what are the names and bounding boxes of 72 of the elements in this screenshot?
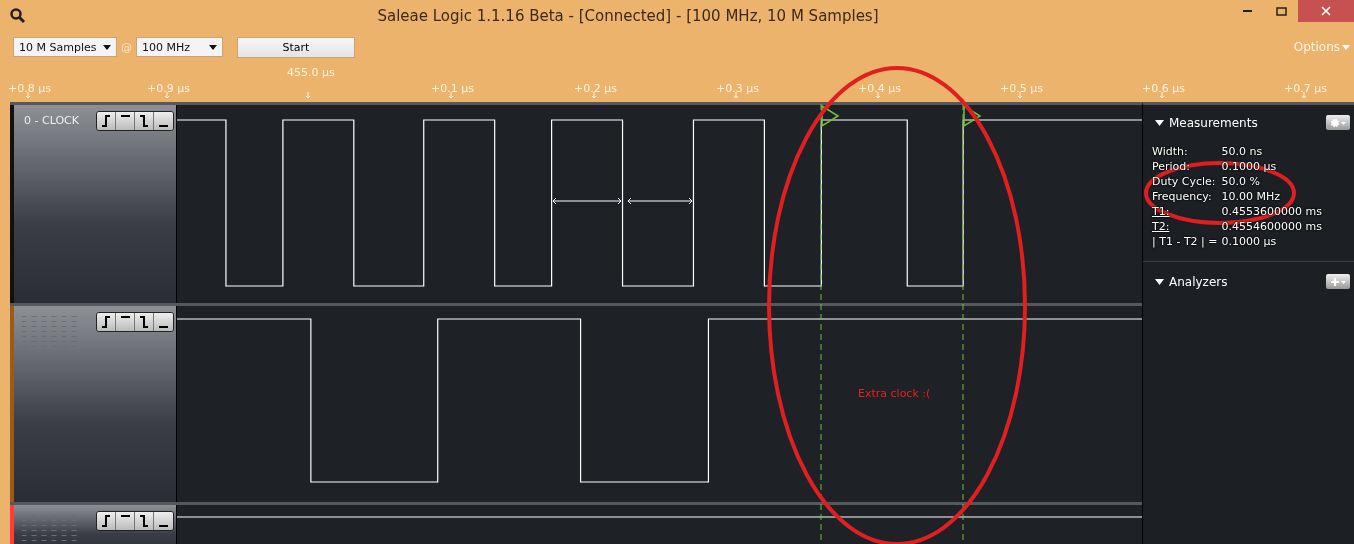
measure-arrow [627,197,693,205]
trigger-button[interactable] [116,313,135,331]
trigger-button[interactable] [154,313,173,331]
plus-icon [1329,276,1347,287]
tick-icon [875,92,881,99]
measurement-label: Duty Cycle: [1152,174,1217,189]
tick-icon [1301,92,1307,99]
trigger-button[interactable] [154,112,173,130]
trigger-button[interactable] [97,512,116,530]
trigger-button[interactable] [135,512,154,530]
tick-icon [1017,92,1023,99]
tick-icon [733,92,739,99]
section-title: Measurements [1169,115,1259,130]
falling-edge-icon [139,316,149,328]
trigger-button[interactable] [116,112,135,130]
tick-icon [305,92,311,99]
rising-edge-icon [101,115,111,127]
time-label: +0.8 µs [8,82,51,95]
add-button[interactable] [1326,274,1350,289]
time-label: +0.6 µs [1142,82,1185,95]
tick-icon [1159,92,1165,99]
falling-edge-icon [139,515,149,527]
measurement-value: 0.1000 µs [1221,234,1278,249]
cursor-time: 455.0 µs [287,66,335,79]
time-label: +0.7 µs [1284,82,1327,95]
measurement-label: Frequency: [1152,189,1213,204]
measurement-value: 10.00 MHz [1221,189,1282,204]
annotation-text: Extra clock :( [858,387,931,400]
measurement-value: 50.0 % [1221,174,1261,189]
maximize-icon [1275,6,1287,16]
trigger-button[interactable] [135,112,154,130]
caret-icon [1342,44,1350,50]
trigger-button[interactable] [97,112,116,130]
tick-icon [448,92,454,99]
measure-arrow [552,197,622,205]
time-label: +0.1 µs [431,82,474,95]
measurement-label: T2: [1152,219,1171,234]
time-label: +0.2 µs [574,82,617,95]
section-title: Analyzers [1169,274,1229,289]
caret-icon [209,44,217,50]
trigger-button[interactable] [154,512,173,530]
tick-icon [164,92,170,99]
caret-icon[interactable] [1155,277,1164,286]
measurement-value: 50.0 ns [1221,144,1264,159]
measurement-label: T1: [1152,204,1171,219]
caret-icon[interactable] [1155,118,1164,127]
tick-icon [25,92,31,99]
trigger-button[interactable] [135,313,154,331]
time-label: +0.9 µs [147,82,190,95]
time-label: +0.3 µs [716,82,759,95]
measurement-label: | T1 - T2 | = [1152,234,1218,249]
tick-icon [591,92,597,99]
falling-edge-icon [139,115,149,127]
settings-icon [1329,117,1347,128]
trigger-button[interactable] [97,313,116,331]
start-button[interactable]: Start [237,36,355,58]
time-label: +0.5 µs [1000,82,1043,95]
at-sign: @ [121,40,132,54]
sample-rate-dropdown[interactable]: 100 MHz [136,37,223,57]
time-label: +0.4 µs [858,82,901,95]
close-icon [1321,6,1331,16]
rising-edge-icon [101,316,111,328]
rising-edge-icon [101,515,111,527]
settings-button[interactable] [1326,115,1350,130]
trigger-button[interactable] [116,512,135,530]
measurement-label: Width: [1152,144,1189,159]
window-title: Saleae Logic 1.1.16 Beta - [Connected] - [100 MHz, 10 M Samples] [376,7,880,25]
samples-dropdown[interactable]: 10 M Samples [13,37,117,57]
search-icon[interactable] [10,8,26,24]
caret-icon [103,44,111,50]
minimize-icon [1242,10,1252,12]
measurement-value: 0.4554600000 ms [1221,219,1323,234]
